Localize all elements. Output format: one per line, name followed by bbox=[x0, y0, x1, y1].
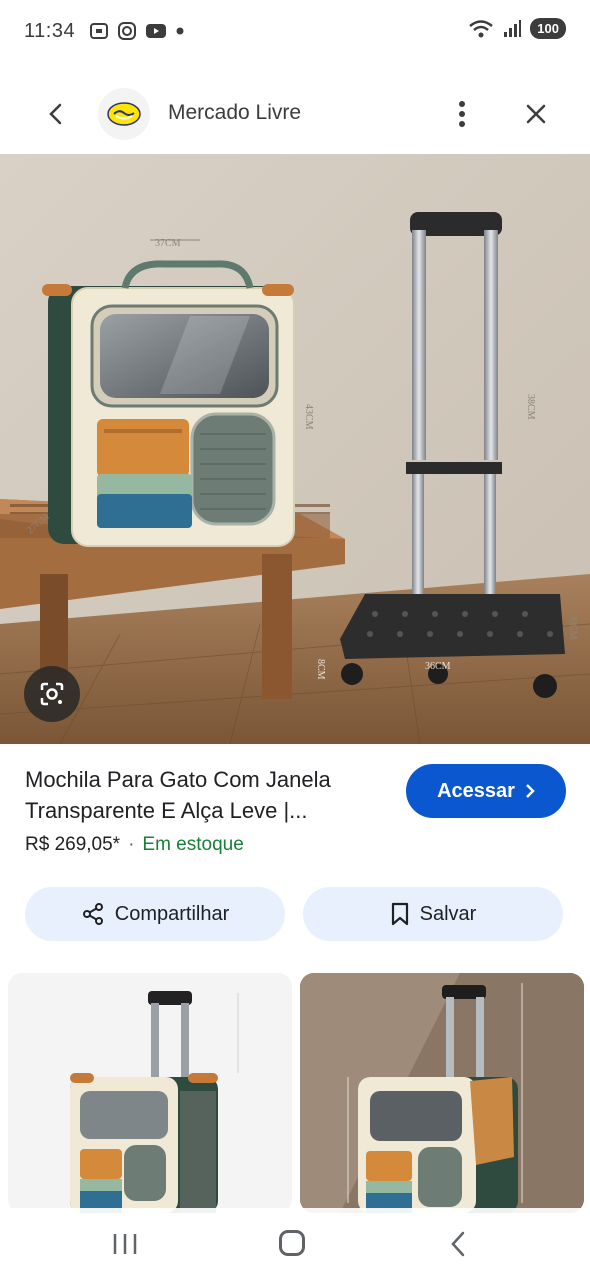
share-button[interactable]: Compartilhar bbox=[25, 887, 285, 941]
close-icon bbox=[526, 104, 546, 124]
nav-back-icon[interactable] bbox=[448, 1230, 468, 1258]
related-thumbnail[interactable] bbox=[8, 973, 292, 1213]
more-vert-icon bbox=[459, 101, 465, 127]
notification-dot-icon bbox=[176, 27, 184, 35]
more-options-button[interactable] bbox=[446, 96, 478, 132]
mercado-livre-logo bbox=[98, 88, 150, 140]
status-bar: 11:34 100 bbox=[0, 0, 590, 62]
svg-text:38CM: 38CM bbox=[525, 394, 536, 420]
product-price: R$ 269,05* bbox=[25, 834, 121, 855]
price-line: R$ 269,05* · Em estoque bbox=[25, 834, 244, 856]
back-button[interactable] bbox=[38, 96, 74, 132]
share-button-label: Compartilhar bbox=[114, 902, 230, 925]
share-icon bbox=[82, 903, 103, 925]
svg-text:30CM: 30CM bbox=[567, 614, 578, 640]
bookmark-icon bbox=[391, 902, 408, 926]
svg-text:8CM: 8CM bbox=[315, 659, 326, 680]
separator-dot: · bbox=[128, 834, 135, 855]
battery-indicator: 100 bbox=[530, 18, 566, 39]
product-title[interactable]: Mochila Para Gato Com Janela Transparent… bbox=[25, 764, 385, 826]
svg-text:37CM: 37CM bbox=[155, 238, 181, 249]
thumbnail-illustration bbox=[300, 973, 584, 1213]
signal-icon bbox=[504, 19, 522, 37]
product-illustration: 37CM 43CM 27CM 38CM 30CM 36CM 8CM bbox=[0, 154, 590, 744]
close-button[interactable] bbox=[518, 96, 554, 132]
save-button-label: Salvar bbox=[419, 902, 477, 925]
back-arrow-icon bbox=[49, 103, 62, 125]
app-header: Mercado Livre bbox=[0, 82, 590, 146]
status-icons-right: 100 bbox=[468, 18, 566, 39]
wifi-icon bbox=[469, 19, 494, 37]
save-button[interactable]: Salvar bbox=[303, 887, 563, 941]
home-icon[interactable] bbox=[279, 1230, 305, 1256]
recents-icon[interactable] bbox=[110, 1232, 140, 1256]
site-name: Mercado Livre bbox=[168, 101, 302, 124]
instagram-icon bbox=[118, 22, 137, 40]
product-main-image[interactable]: 37CM 43CM 27CM 38CM 30CM 36CM 8CM bbox=[0, 154, 590, 744]
google-lens-button[interactable] bbox=[24, 666, 80, 722]
youtube-icon bbox=[146, 24, 167, 38]
svg-text:43CM: 43CM bbox=[303, 404, 314, 430]
lens-icon bbox=[40, 682, 64, 706]
svg-text:36CM: 36CM bbox=[425, 661, 451, 672]
status-icons-left bbox=[89, 21, 185, 41]
status-time: 11:34 bbox=[24, 19, 76, 42]
related-thumbnail[interactable] bbox=[300, 973, 584, 1213]
screenshot-icon bbox=[90, 23, 109, 39]
chevron-right-icon bbox=[526, 784, 535, 798]
stock-status: Em estoque bbox=[142, 834, 244, 855]
visit-button[interactable]: Acessar bbox=[406, 764, 566, 818]
thumbnail-illustration bbox=[8, 973, 292, 1213]
visit-button-label: Acessar bbox=[437, 779, 515, 802]
system-nav-bar bbox=[0, 1208, 590, 1280]
